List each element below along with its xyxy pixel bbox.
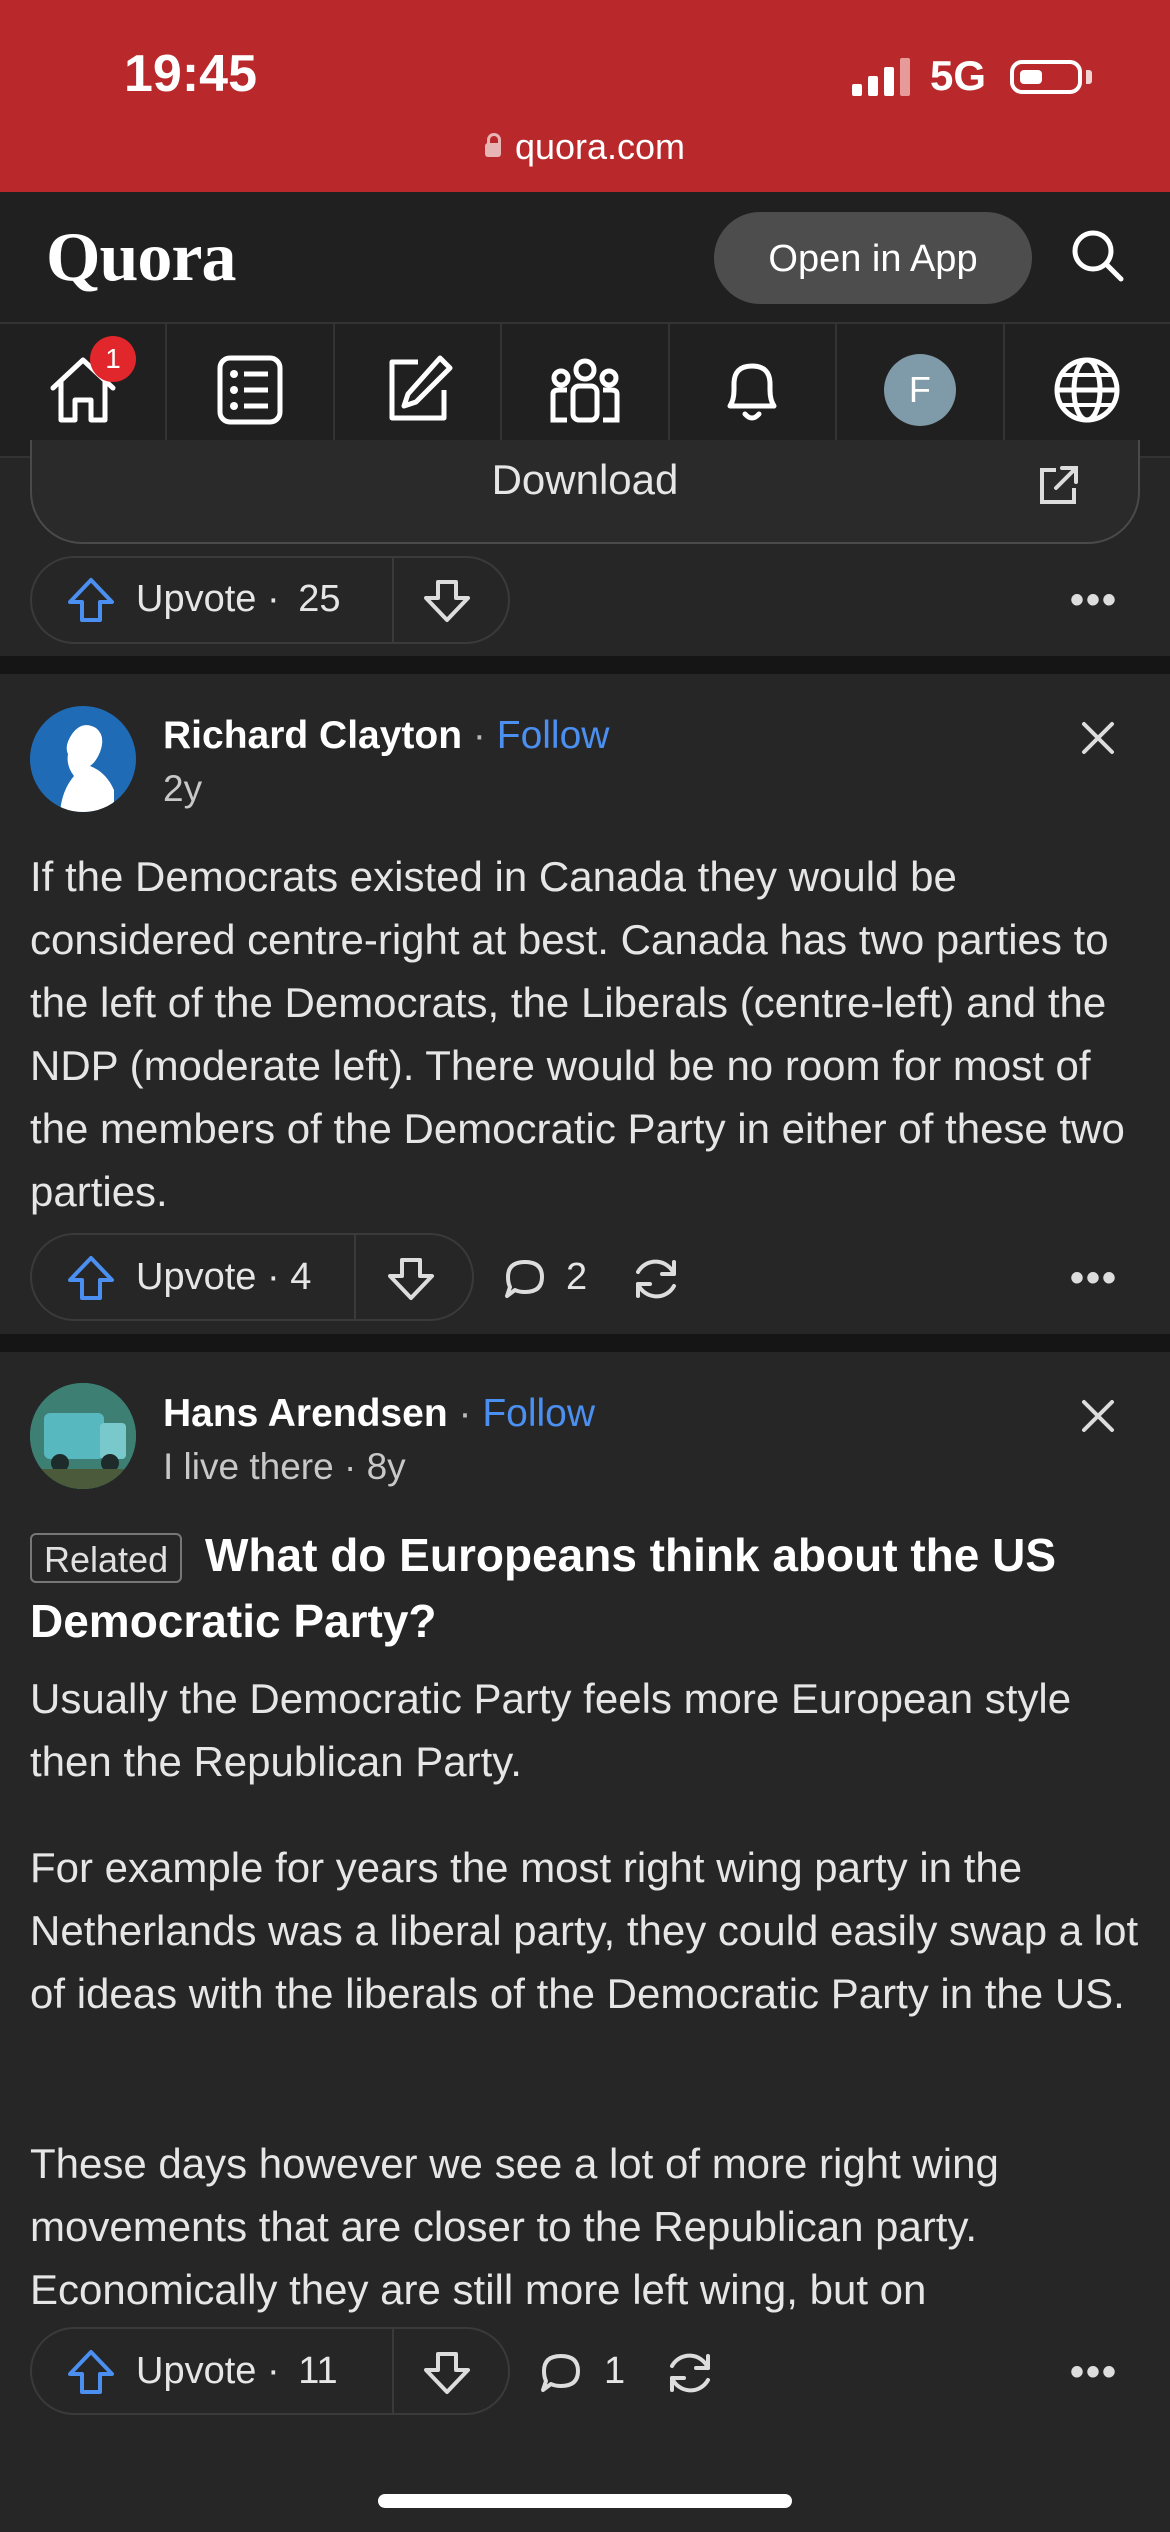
upvote-button[interactable]: Upvote · 25 — [136, 578, 340, 621]
upvote-icon[interactable] — [66, 576, 116, 624]
separator-dot: · — [472, 714, 486, 757]
upvote-sep: · — [266, 578, 280, 620]
answer-paragraph: These days however we see a lot of more … — [30, 2140, 999, 2313]
close-icon[interactable] — [1078, 1396, 1118, 1436]
comment-count[interactable]: 1 — [604, 2350, 625, 2393]
lock-icon — [484, 133, 501, 157]
quora-logo[interactable]: Quora — [46, 218, 236, 298]
open-in-app-button[interactable]: Open in App — [714, 212, 1032, 304]
answer-paragraph: For example for years the most right win… — [30, 1844, 1139, 2017]
avatar-silhouette — [60, 725, 114, 812]
nav-write[interactable] — [335, 324, 503, 456]
post-time: 2y — [163, 768, 203, 809]
vote-divider — [392, 558, 394, 642]
nav-home[interactable]: 1 — [0, 324, 168, 456]
network-type: 5G — [930, 52, 987, 99]
upvote-button[interactable]: Upvote · 4 — [136, 1256, 311, 1299]
main-nav: 1 F — [0, 322, 1170, 458]
upvote-count: 4 — [290, 1256, 312, 1298]
downvote-icon[interactable] — [422, 2350, 472, 2396]
globe-icon — [1054, 357, 1120, 423]
spaces-icon — [550, 358, 620, 423]
nav-notifications[interactable] — [670, 324, 838, 456]
nav-profile[interactable]: F — [837, 324, 1005, 456]
follow-button[interactable]: Follow — [482, 1392, 595, 1435]
battery-level — [1020, 70, 1042, 84]
nav-spaces[interactable] — [502, 324, 670, 456]
author-avatar[interactable] — [30, 706, 136, 812]
download-label: Download — [491, 456, 679, 503]
upvote-icon[interactable] — [66, 1254, 116, 1302]
more-options-button[interactable]: ••• — [1070, 2350, 1118, 2395]
vote-divider — [392, 2329, 394, 2413]
bell-icon — [727, 363, 777, 421]
address-bar[interactable]: quora.com — [0, 126, 1170, 168]
answer-body: If the Democrats existed in Canada they … — [30, 853, 1125, 1215]
url-text: quora.com — [514, 126, 686, 167]
answer-paragraph: Usually the Democratic Party feels more … — [30, 1675, 1072, 1785]
author-name[interactable]: Richard Clayton — [163, 714, 462, 757]
more-options-button[interactable]: ••• — [1070, 1256, 1118, 1301]
answer-list-icon — [217, 355, 283, 425]
author-line: Richard Clayton · Follow — [163, 714, 609, 758]
status-time: 19:45 — [124, 45, 257, 103]
upvote-count: 11 — [298, 2350, 338, 2392]
author-avatar[interactable] — [30, 1383, 136, 1489]
comment-count[interactable]: 2 — [566, 1256, 587, 1299]
author-credential: I live there · 8y — [163, 1446, 406, 1487]
upvote-sep: · — [266, 1256, 280, 1298]
vote-divider — [354, 1235, 356, 1319]
separator-dot: · — [458, 1392, 472, 1435]
related-question-title[interactable]: What do Europeans think about the US Dem… — [30, 1522, 1140, 1654]
notification-badge: 1 — [90, 336, 136, 382]
share-icon[interactable] — [662, 2348, 718, 2398]
author-name[interactable]: Hans Arendsen — [163, 1392, 448, 1435]
follow-button[interactable]: Follow — [497, 714, 610, 757]
upvote-label: Upvote — [136, 578, 257, 620]
post-separator — [0, 656, 1170, 674]
share-icon[interactable] — [628, 1254, 684, 1304]
more-options-button[interactable]: ••• — [1070, 578, 1118, 623]
home-indicator[interactable] — [378, 2494, 792, 2508]
related-tag: Related — [30, 1533, 183, 1583]
upvote-label: Upvote — [136, 1256, 257, 1298]
external-link-icon — [1040, 466, 1078, 504]
comment-icon[interactable] — [502, 1256, 548, 1302]
downvote-icon[interactable] — [422, 578, 472, 624]
author-line: Hans Arendsen · Follow — [163, 1392, 595, 1436]
upvote-icon[interactable] — [66, 2348, 116, 2396]
downvote-icon[interactable] — [386, 1256, 436, 1302]
upvote-button[interactable]: Upvote · 11 — [136, 2350, 338, 2393]
close-icon[interactable] — [1078, 718, 1118, 758]
upvote-label: Upvote — [136, 2350, 257, 2392]
profile-avatar: F — [883, 354, 956, 426]
search-icon[interactable] — [1070, 228, 1126, 284]
avatar-photo — [30, 1383, 136, 1489]
nav-language[interactable] — [1005, 324, 1170, 456]
post-separator — [0, 1334, 1170, 1352]
comment-icon[interactable] — [538, 2350, 584, 2396]
battery-tip — [1086, 70, 1092, 84]
upvote-count: 25 — [298, 578, 341, 620]
write-icon — [389, 355, 453, 421]
nav-answer[interactable] — [167, 324, 335, 456]
upvote-sep: · — [266, 2350, 280, 2392]
signal-icon — [852, 58, 910, 96]
